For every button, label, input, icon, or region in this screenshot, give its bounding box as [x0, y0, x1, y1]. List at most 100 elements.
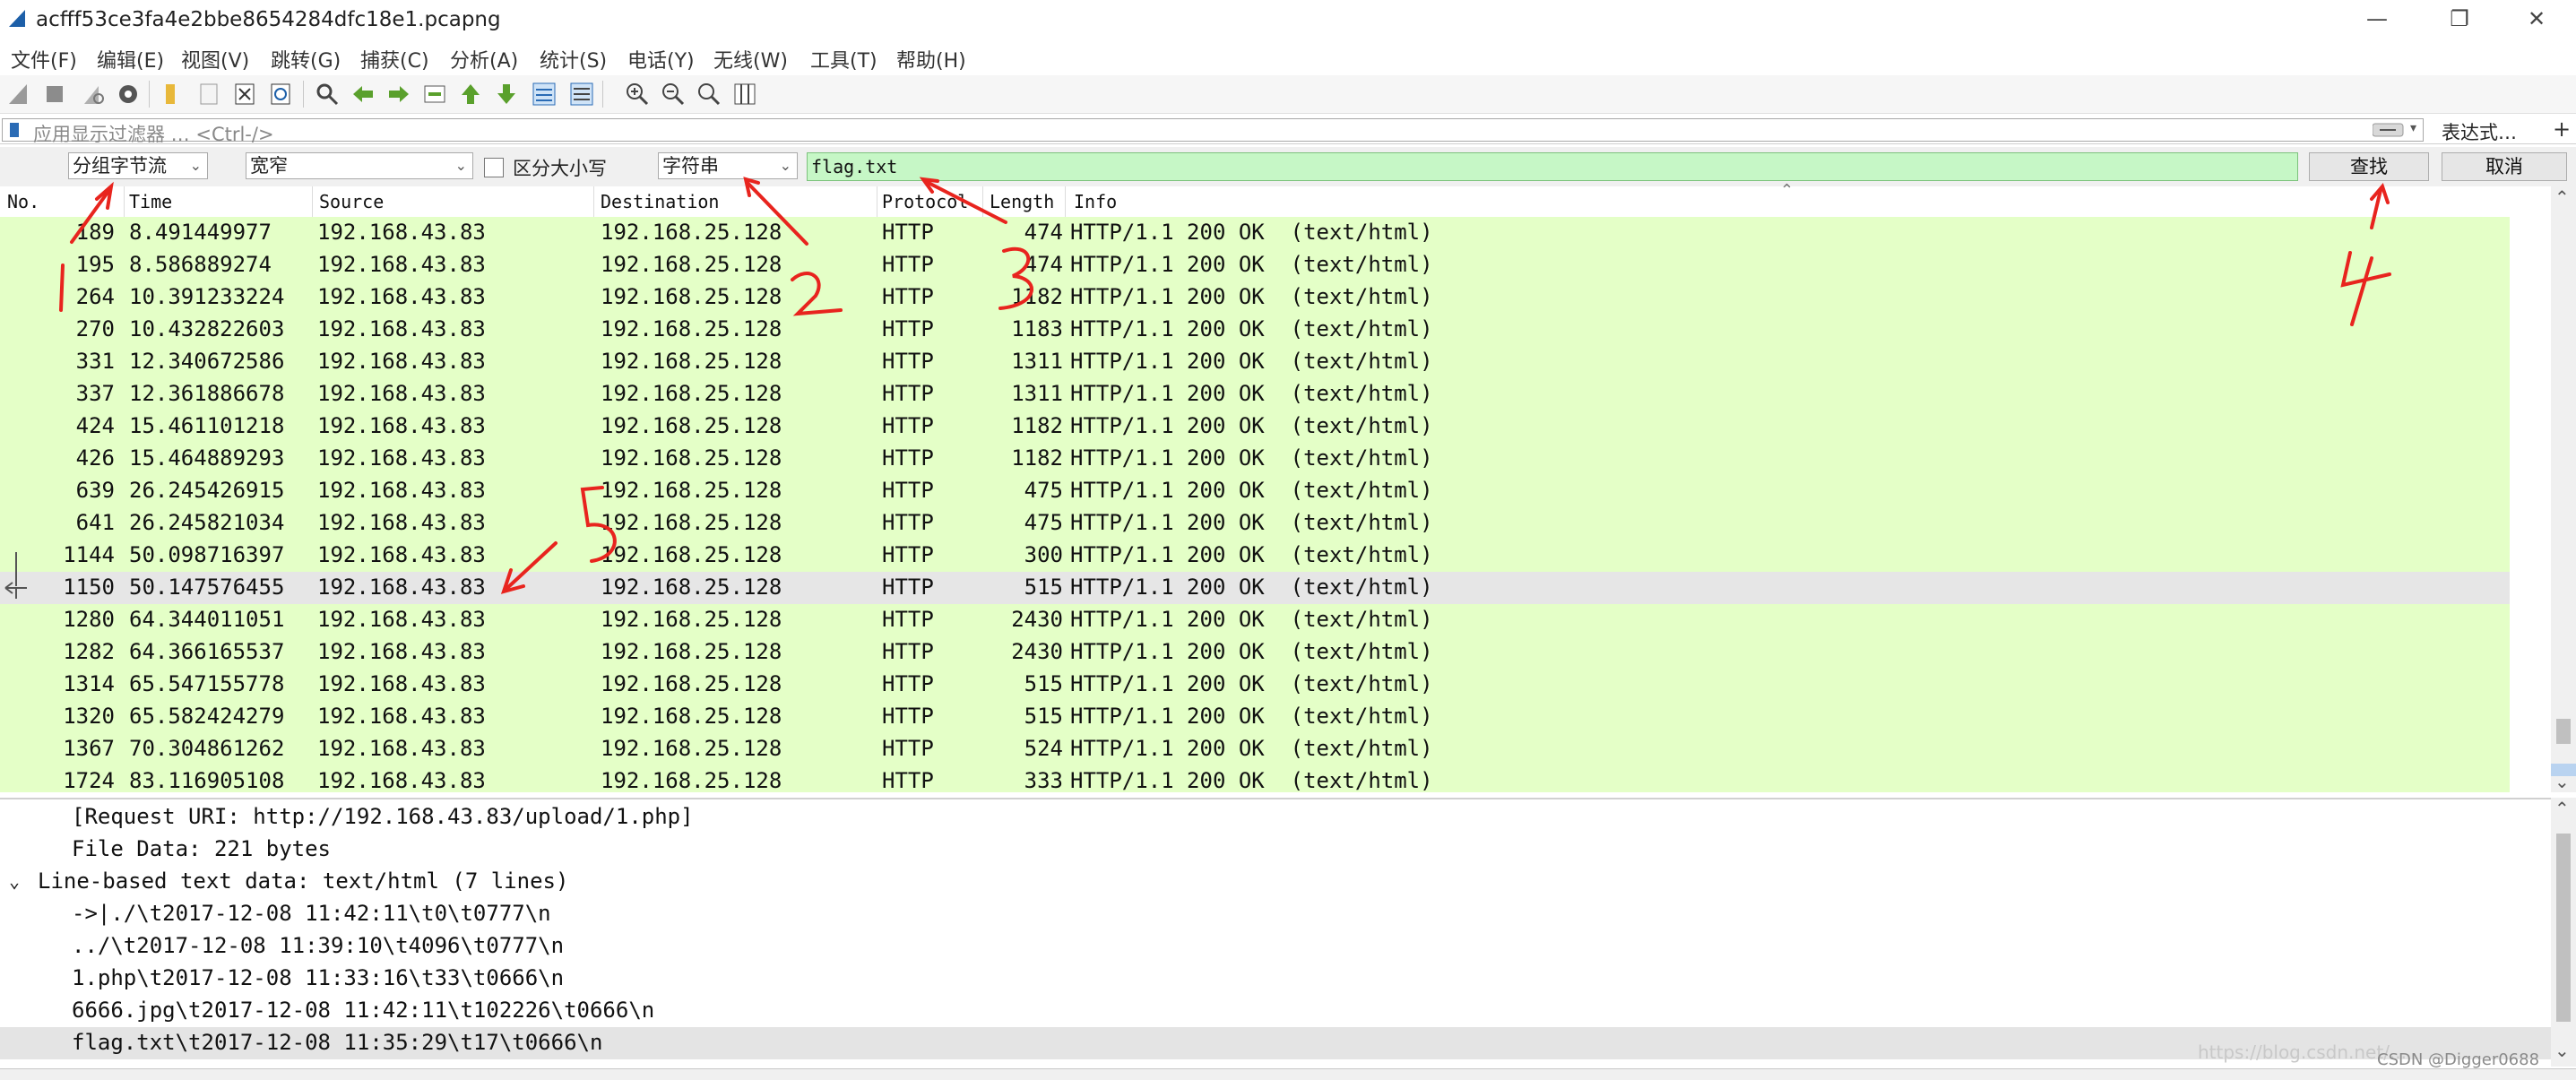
- col-header-info[interactable]: Info: [1074, 191, 1117, 212]
- display-filter-input[interactable]: 应用显示过滤器 … <Ctrl-/> ▾: [2, 118, 2424, 145]
- scrollbar-thumb[interactable]: [2556, 834, 2571, 1022]
- shark-fin-start-icon[interactable]: [5, 81, 32, 108]
- search-string-input[interactable]: flag.txt: [807, 152, 2298, 181]
- apply-filter-arrow-icon[interactable]: [2373, 123, 2405, 137]
- expression-button[interactable]: 表达式…: [2442, 118, 2517, 145]
- go-first-icon[interactable]: [457, 81, 484, 108]
- scroll-down-icon[interactable]: ⌄: [2554, 1040, 2570, 1061]
- menu-tools[interactable]: 工具(T): [810, 45, 877, 73]
- menu-wireless[interactable]: 无线(W): [713, 45, 788, 73]
- cancel-button[interactable]: 取消: [2442, 152, 2567, 181]
- search-in-select[interactable]: 分组字节流 ⌄: [68, 152, 208, 179]
- cell-len: 474: [1024, 252, 1063, 277]
- find-button[interactable]: 查找: [2309, 152, 2429, 181]
- minimize-button[interactable]: —: [2359, 5, 2395, 32]
- autoscroll-icon[interactable]: [531, 81, 558, 108]
- detail-line[interactable]: 6666.jpg\t2017-12-08 11:42:11\t102226\t0…: [0, 995, 2551, 1027]
- table-row[interactable]: 426 15.464889293 192.168.43.83 192.168.25.1…: [0, 443, 2510, 475]
- menu-file[interactable]: 文件(F): [11, 45, 77, 73]
- cell-no: 1144: [63, 542, 115, 567]
- menu-edit[interactable]: 编辑(E): [97, 45, 164, 73]
- scrollbar-thumb[interactable]: [2556, 719, 2571, 744]
- open-folder-icon[interactable]: [158, 81, 185, 108]
- scroll-down-icon[interactable]: ⌄: [2554, 771, 2570, 792]
- detail-line[interactable]: File Data: 221 bytes: [0, 834, 2551, 866]
- reload-icon[interactable]: [267, 81, 294, 108]
- add-filter-button[interactable]: +: [2553, 117, 2571, 142]
- search-type-select[interactable]: 字符串 ⌄: [658, 152, 798, 179]
- details-scrollbar[interactable]: ⌃ ⌄: [2551, 798, 2576, 1067]
- menu-go[interactable]: 跳转(G): [271, 45, 341, 73]
- cell-len: 1182: [1011, 445, 1063, 471]
- maximize-button[interactable]: ❐: [2442, 5, 2477, 32]
- detail-line[interactable]: ../\t2017-12-08 11:39:10\t4096\t0777\n: [0, 930, 2551, 963]
- table-row[interactable]: 639 26.245426915 192.168.43.83 192.168.25.1…: [0, 475, 2510, 507]
- go-back-icon[interactable]: [350, 81, 376, 108]
- zoom-out-icon[interactable]: [660, 81, 687, 108]
- filter-history-dropdown-icon[interactable]: ▾: [2410, 121, 2416, 135]
- go-to-packet-icon[interactable]: [421, 81, 448, 108]
- packet-list-scrollbar[interactable]: ⌃ ⌄: [2551, 186, 2576, 792]
- table-row[interactable]: 264 10.391233224 192.168.43.83 192.168.25.1…: [0, 281, 2510, 314]
- scroll-up-icon[interactable]: ⌃: [2554, 186, 2570, 208]
- find-packet-icon[interactable]: [314, 81, 341, 108]
- zoom-in-icon[interactable]: [624, 81, 651, 108]
- detail-line-selected[interactable]: flag.txt\t2017-12-08 11:35:29\t17\t0666\…: [0, 1027, 2551, 1059]
- colorize-icon[interactable]: [568, 81, 595, 108]
- case-sensitive-checkbox[interactable]: [484, 158, 504, 177]
- menu-view[interactable]: 视图(V): [181, 45, 249, 73]
- table-row-selected[interactable]: 1150 50.147576455 192.168.43.83 192.168.25.…: [0, 572, 2510, 604]
- close-file-icon[interactable]: [231, 81, 258, 108]
- column-divider[interactable]: [593, 186, 594, 217]
- bookmark-icon[interactable]: [8, 122, 22, 138]
- table-row[interactable]: 1282 64.366165537 192.168.43.83 192.168.25.…: [0, 636, 2510, 669]
- menu-capture[interactable]: 捕获(C): [360, 45, 429, 73]
- table-row[interactable]: 337 12.361886678 192.168.43.83 192.168.25.1…: [0, 378, 2510, 410]
- close-button[interactable]: ✕: [2519, 5, 2554, 32]
- col-header-length[interactable]: Length: [990, 191, 1054, 212]
- save-file-icon[interactable]: [195, 81, 222, 108]
- column-divider[interactable]: [982, 186, 983, 217]
- col-header-protocol[interactable]: Protocol: [882, 191, 968, 212]
- resize-columns-icon[interactable]: [731, 81, 758, 108]
- restart-icon[interactable]: [79, 81, 106, 108]
- column-divider[interactable]: [1065, 186, 1066, 217]
- table-row[interactable]: 1144 50.098716397 192.168.43.83 192.168.25.…: [0, 540, 2510, 572]
- table-row[interactable]: 331 12.340672586 192.168.43.83 192.168.25.1…: [0, 346, 2510, 378]
- go-last-icon[interactable]: [493, 81, 520, 108]
- stop-icon[interactable]: [41, 81, 68, 108]
- col-header-destination[interactable]: Destination: [601, 191, 719, 212]
- col-header-source[interactable]: Source: [319, 191, 384, 212]
- go-forward-icon[interactable]: [385, 81, 412, 108]
- detail-line[interactable]: 1.php\t2017-12-08 11:33:16\t33\t0666\n: [0, 963, 2551, 995]
- table-row[interactable]: 270 10.432822603 192.168.43.83 192.168.25.1…: [0, 314, 2510, 346]
- options-gear-icon[interactable]: [115, 81, 142, 108]
- scroll-up-icon[interactable]: ⌃: [2554, 798, 2570, 819]
- menu-help[interactable]: 帮助(H): [896, 45, 966, 73]
- menu-telephony[interactable]: 电话(Y): [627, 45, 695, 73]
- table-row[interactable]: 1724 83.116905108 192.168.43.83 192.168.25.…: [0, 765, 2510, 792]
- table-row[interactable]: 1280 64.344011051 192.168.43.83 192.168.25.…: [0, 604, 2510, 636]
- col-header-no[interactable]: No.: [7, 191, 39, 212]
- table-row[interactable]: 189 8.491449977 192.168.43.83 192.168.25.12…: [0, 217, 2510, 249]
- zoom-normal-icon[interactable]: [696, 81, 722, 108]
- detail-line[interactable]: [Request URI: http://192.168.43.83/uploa…: [0, 801, 2551, 834]
- menu-analyze[interactable]: 分析(A): [450, 45, 518, 73]
- char-width-select[interactable]: 宽窄 ⌄: [246, 152, 473, 179]
- column-divider[interactable]: [124, 186, 125, 217]
- col-header-time[interactable]: Time: [129, 191, 172, 212]
- table-row[interactable]: 1367 70.304861262 192.168.43.83 192.168.25.…: [0, 733, 2510, 765]
- table-row[interactable]: 1314 65.547155778 192.168.43.83 192.168.25.…: [0, 669, 2510, 701]
- chevron-down-icon: ⌄: [189, 157, 202, 174]
- table-row[interactable]: 424 15.461101218 192.168.43.83 192.168.25.1…: [0, 410, 2510, 443]
- column-divider[interactable]: [312, 186, 313, 217]
- table-row[interactable]: 195 8.586889274 192.168.43.83 192.168.25.12…: [0, 249, 2510, 281]
- table-row[interactable]: 641 26.245821034 192.168.43.83 192.168.25.1…: [0, 507, 2510, 540]
- expand-chevron-icon[interactable]: ⌄: [9, 870, 20, 892]
- menu-statistics[interactable]: 统计(S): [540, 45, 607, 73]
- cell-info: HTTP/1.1 200 OK (text/html): [1070, 381, 1433, 406]
- table-row[interactable]: 1320 65.582424279 192.168.43.83 192.168.25.…: [0, 701, 2510, 733]
- detail-line-expanded[interactable]: ⌄ Line-based text data: text/html (7 lin…: [0, 866, 2551, 898]
- cell-time: 15.464889293: [129, 445, 285, 471]
- detail-line[interactable]: ->|./\t2017-12-08 11:42:11\t0\t0777\n: [0, 898, 2551, 930]
